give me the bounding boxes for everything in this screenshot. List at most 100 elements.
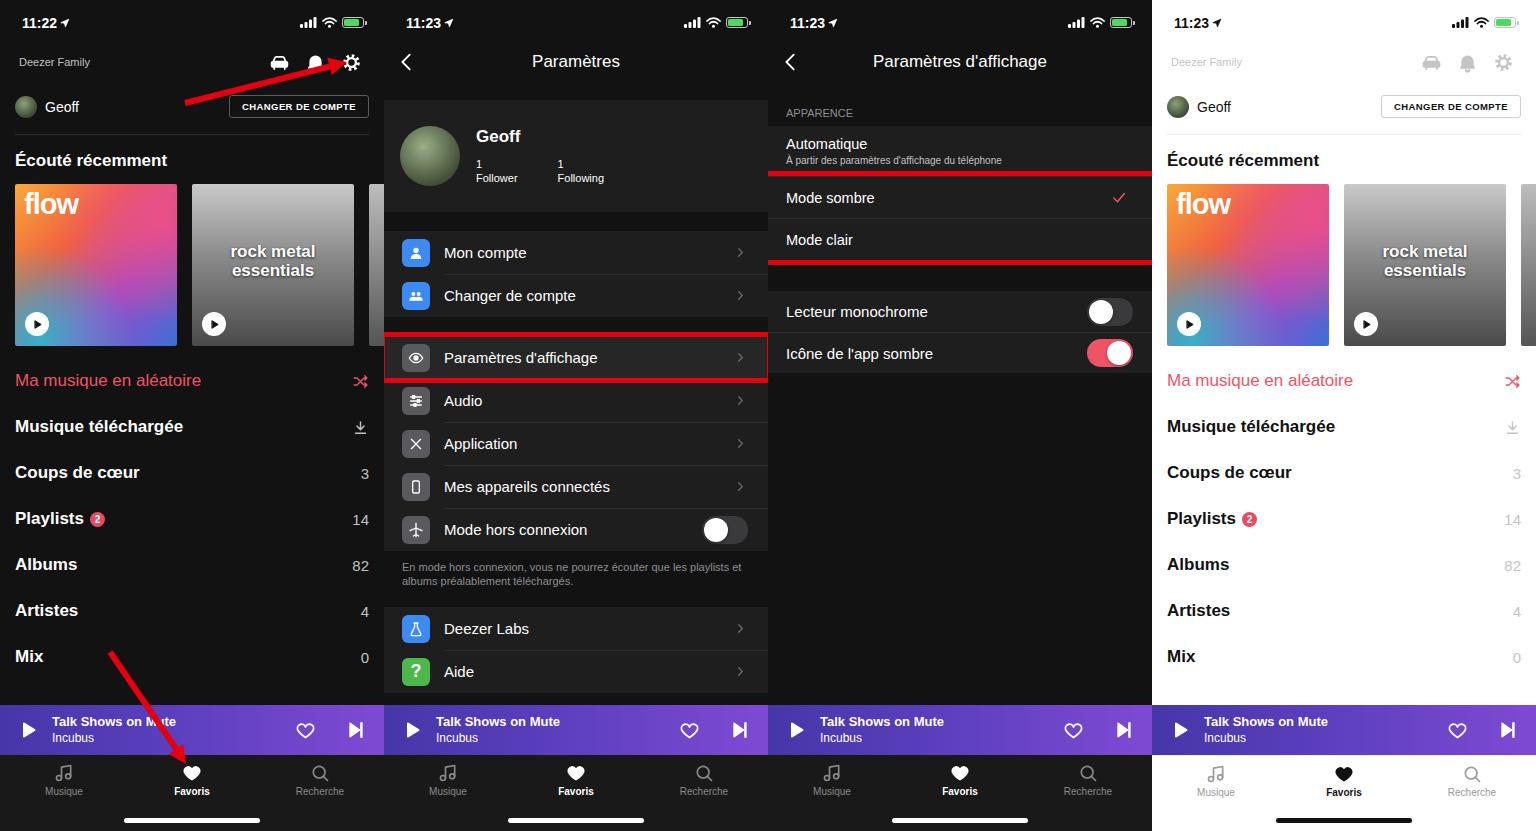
tab[interactable]: Musique xyxy=(0,763,128,797)
header-button[interactable] xyxy=(1421,52,1442,73)
settings-row[interactable]: Mes appareils connectés xyxy=(384,465,768,508)
tab[interactable]: Musique xyxy=(384,763,512,797)
library-row[interactable]: Albums82 xyxy=(0,542,384,588)
gear-icon[interactable] xyxy=(1493,52,1514,73)
header-button[interactable] xyxy=(1457,52,1478,73)
like-button[interactable] xyxy=(1443,720,1472,741)
heart-icon[interactable] xyxy=(1447,720,1468,741)
settings-row[interactable]: Deezer Labs xyxy=(384,607,768,650)
card-play-button[interactable] xyxy=(202,312,226,336)
appearance-option[interactable]: Mode sombre xyxy=(768,176,1152,218)
recent-card[interactable]: flow xyxy=(15,184,177,346)
header-button[interactable] xyxy=(305,52,326,73)
next-icon[interactable] xyxy=(1114,720,1134,740)
library-row[interactable]: Playlists214 xyxy=(1152,496,1536,542)
settings-row[interactable]: Paramètres d'affichage xyxy=(384,336,768,379)
toggle-switch[interactable] xyxy=(1087,298,1133,326)
tab[interactable]: Favoris xyxy=(128,763,256,797)
next-button[interactable] xyxy=(1494,720,1522,740)
profile-stat[interactable]: 1Following xyxy=(558,157,604,185)
switch-account-button[interactable]: CHANGER DE COMPTE xyxy=(229,95,369,118)
library-row[interactable]: Playlists214 xyxy=(0,496,384,542)
recent-card[interactable]: rock metal essentials xyxy=(192,184,354,346)
next-icon[interactable] xyxy=(346,720,366,740)
tab[interactable]: Recherche xyxy=(1024,763,1152,797)
settings-row[interactable]: Changer de compte xyxy=(384,274,768,317)
play-icon[interactable] xyxy=(18,720,38,740)
header-button[interactable] xyxy=(1493,52,1514,73)
card-play-button[interactable] xyxy=(1354,312,1378,336)
library-row[interactable]: Ma musique en aléatoire xyxy=(1152,358,1536,404)
card-play-button[interactable] xyxy=(1177,312,1201,336)
bell-icon[interactable] xyxy=(1457,52,1478,73)
settings-row[interactable]: ?Aide xyxy=(384,650,768,693)
library-row[interactable]: Albums82 xyxy=(1152,542,1536,588)
profile-stat[interactable]: 1Follower xyxy=(476,157,518,185)
header-button[interactable] xyxy=(269,52,290,73)
card-play-button[interactable] xyxy=(25,312,49,336)
like-button[interactable] xyxy=(291,720,320,741)
library-row[interactable]: Ma musique en aléatoire xyxy=(0,358,384,404)
tab[interactable]: Musique xyxy=(768,763,896,797)
settings-row[interactable]: Mon compte xyxy=(384,231,768,274)
heart-icon[interactable] xyxy=(1063,720,1084,741)
library-row[interactable]: Mix0 xyxy=(1152,634,1536,680)
recent-card[interactable]: rock metal essentials xyxy=(1344,184,1506,346)
play-button[interactable] xyxy=(14,720,42,740)
next-icon[interactable] xyxy=(730,720,750,740)
mini-player[interactable]: Talk Shows on MuteIncubus xyxy=(0,705,384,755)
library-row[interactable]: Artistes4 xyxy=(0,588,384,634)
library-row[interactable]: Artistes4 xyxy=(1152,588,1536,634)
back-icon[interactable] xyxy=(396,51,418,73)
settings-row[interactable]: Mode hors connexion xyxy=(384,508,768,551)
appearance-option[interactable]: Mode clair xyxy=(768,218,1152,260)
gear-icon[interactable] xyxy=(341,52,362,73)
mini-player[interactable]: Talk Shows on MuteIncubus xyxy=(768,705,1152,755)
play-icon[interactable] xyxy=(1170,720,1190,740)
toggle-switch[interactable] xyxy=(1087,339,1133,367)
play-icon[interactable] xyxy=(402,720,422,740)
tab[interactable]: Recherche xyxy=(640,763,768,797)
tab[interactable]: Favoris xyxy=(896,763,1024,797)
library-row[interactable]: Musique téléchargée xyxy=(1152,404,1536,450)
heart-icon[interactable] xyxy=(679,720,700,741)
appearance-option[interactable]: AutomatiqueÀ partir des paramètres d'aff… xyxy=(768,126,1152,176)
tab[interactable]: Recherche xyxy=(1408,764,1536,798)
library-row[interactable]: Coups de cœur3 xyxy=(0,450,384,496)
toggle-switch[interactable] xyxy=(702,516,748,544)
next-icon[interactable] xyxy=(1498,720,1518,740)
library-row[interactable]: Mix0 xyxy=(0,634,384,680)
settings-row[interactable]: Audio xyxy=(384,379,768,422)
header-button[interactable] xyxy=(341,52,362,73)
back-icon[interactable] xyxy=(780,51,802,73)
tab[interactable]: Favoris xyxy=(512,763,640,797)
like-button[interactable] xyxy=(675,720,704,741)
next-button[interactable] xyxy=(726,720,754,740)
recent-card[interactable]: flow xyxy=(1167,184,1329,346)
tab[interactable]: Musique xyxy=(1152,764,1280,798)
back-button[interactable] xyxy=(768,51,812,73)
next-button[interactable] xyxy=(342,720,370,740)
mini-player[interactable]: Talk Shows on MuteIncubus xyxy=(384,705,768,755)
switch-account-button[interactable]: CHANGER DE COMPTE xyxy=(1381,95,1521,118)
recent-card[interactable] xyxy=(369,184,384,346)
bell-icon[interactable] xyxy=(305,52,326,73)
tab[interactable]: Favoris xyxy=(1280,764,1408,798)
heart-icon[interactable] xyxy=(295,720,316,741)
car-icon[interactable] xyxy=(269,52,290,73)
play-button[interactable] xyxy=(782,720,810,740)
library-row[interactable]: Musique téléchargée xyxy=(0,404,384,450)
play-button[interactable] xyxy=(398,720,426,740)
car-icon[interactable] xyxy=(1421,52,1442,73)
next-button[interactable] xyxy=(1110,720,1138,740)
library-row[interactable]: Coups de cœur3 xyxy=(1152,450,1536,496)
play-icon[interactable] xyxy=(786,720,806,740)
back-button[interactable] xyxy=(384,51,428,73)
mini-player[interactable]: Talk Shows on MuteIncubus xyxy=(1152,705,1536,755)
recent-card[interactable] xyxy=(1521,184,1536,346)
tab[interactable]: Recherche xyxy=(256,763,384,797)
row-label: Mix xyxy=(15,647,43,667)
play-button[interactable] xyxy=(1166,720,1194,740)
settings-row[interactable]: Application xyxy=(384,422,768,465)
like-button[interactable] xyxy=(1059,720,1088,741)
